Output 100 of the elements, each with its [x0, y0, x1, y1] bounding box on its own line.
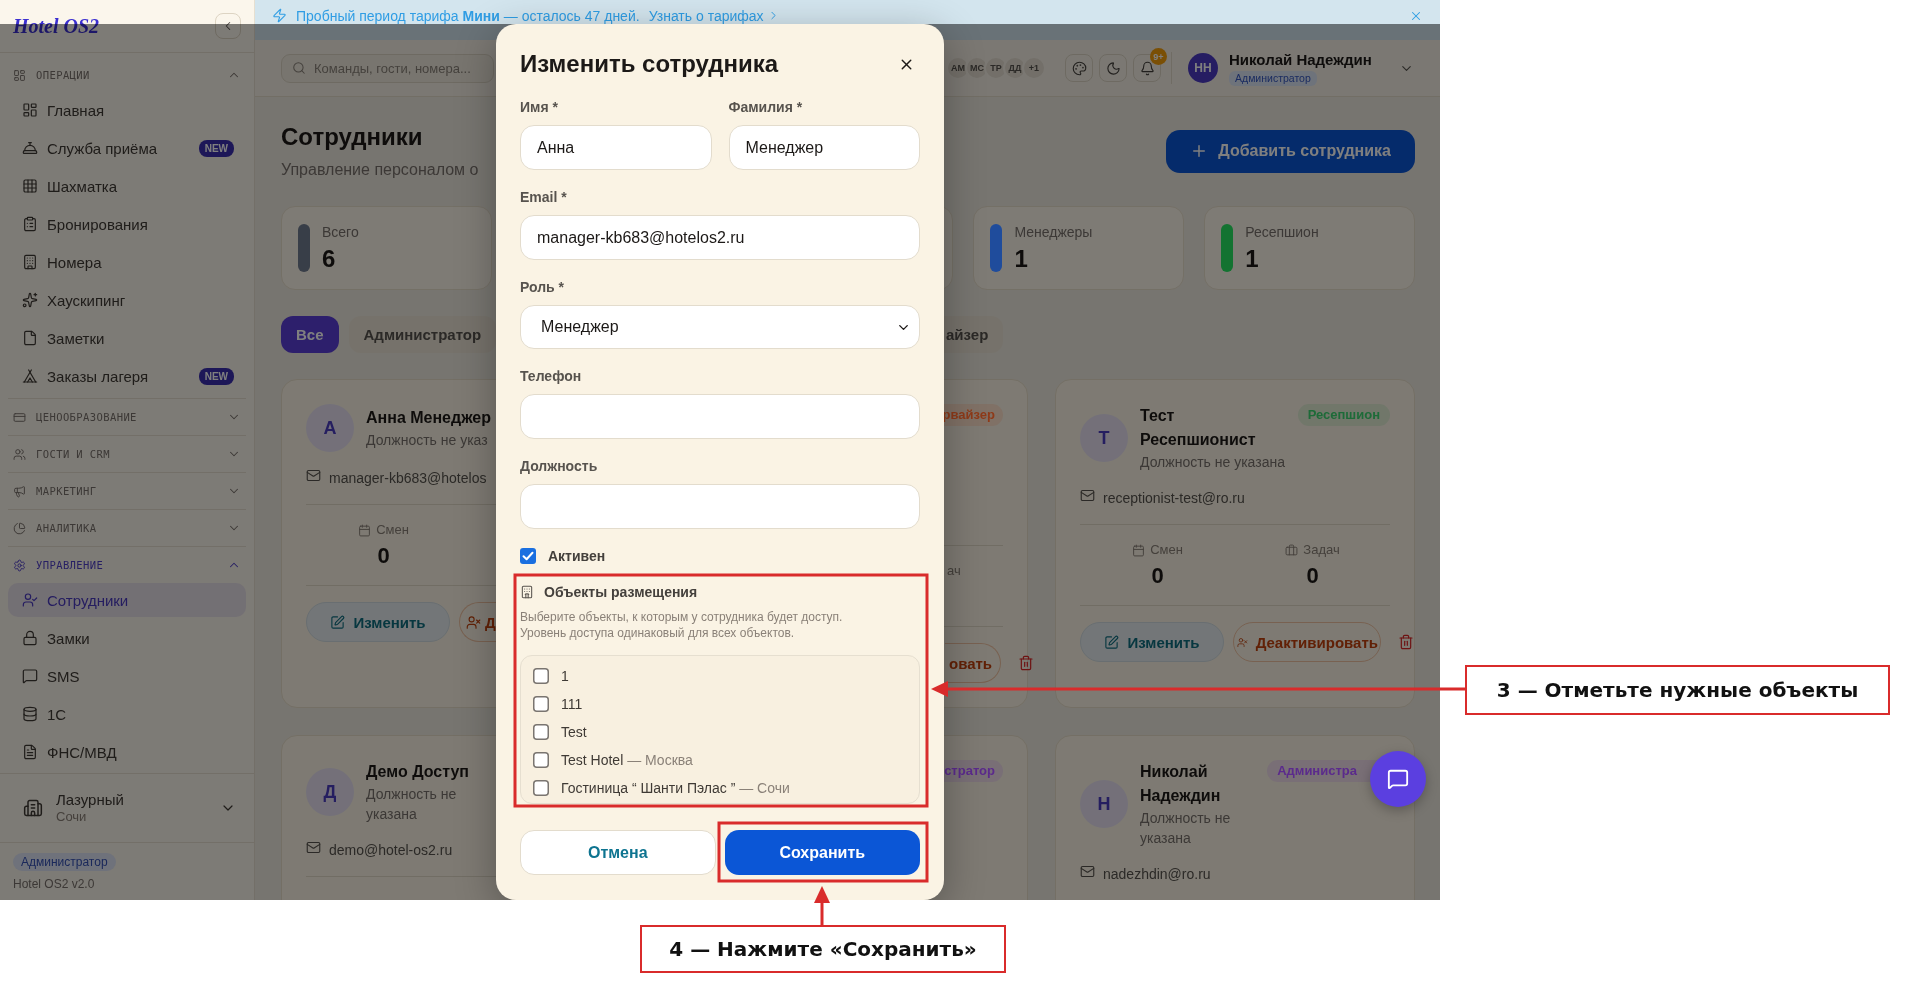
- add-employee-button[interactable]: Добавить сотрудника: [1166, 129, 1415, 173]
- property-name[interactable]: 1: [561, 668, 569, 684]
- nav-item[interactable]: Шахматка: [8, 169, 246, 203]
- arrow: [814, 886, 830, 925]
- input-field[interactable]: manager-kb683@hotelos2.ru: [520, 215, 920, 260]
- save-button[interactable]: Сохранить: [724, 830, 920, 875]
- edit-icon: [1104, 634, 1120, 650]
- property-name[interactable]: Test Hotel — Москва: [561, 752, 693, 768]
- employee-email: manager-kb683@hotelos: [329, 469, 487, 488]
- checkbox[interactable]: [533, 780, 549, 796]
- file-icon: [22, 330, 38, 346]
- theme-button[interactable]: [1099, 54, 1127, 82]
- field-label: Роль *: [520, 278, 566, 296]
- stat-label: Задач: [1303, 541, 1340, 559]
- checkbox[interactable]: [533, 724, 549, 740]
- filter-tab[interactable]: Администратор: [348, 316, 497, 353]
- sparkles-icon: [22, 292, 38, 308]
- section-header[interactable]: УПРАВЛЕНИЕ: [8, 549, 246, 581]
- more-users-count[interactable]: +1: [1022, 56, 1046, 80]
- checkbox[interactable]: [533, 696, 549, 712]
- nav-item[interactable]: Главная: [8, 93, 246, 127]
- clipboard-icon: [22, 216, 38, 232]
- credit-card-icon: [13, 410, 26, 424]
- callout: 3 — Отметьте нужные объекты: [1465, 665, 1890, 715]
- megaphone-icon: [13, 484, 26, 498]
- role-badge: Администратор: [13, 853, 116, 871]
- tariffs-link[interactable]: Узнать о тарифах: [648, 7, 780, 24]
- nav-item[interactable]: Заметки: [8, 321, 246, 355]
- trash-icon: [1398, 634, 1414, 650]
- nav-item[interactable]: Бронирования: [8, 207, 246, 241]
- dashboard-icon: [13, 68, 26, 82]
- property-name[interactable]: Гостиница “ Шанти Пэлас ” — Сочи: [561, 780, 790, 796]
- edit-button[interactable]: Изменить: [306, 602, 450, 642]
- edit-button[interactable]: Изменить: [1080, 622, 1224, 662]
- field-label: Email *: [520, 188, 568, 206]
- nav-item[interactable]: Замки: [8, 621, 246, 655]
- section-header[interactable]: ОПЕРАЦИИ: [8, 59, 246, 91]
- edit-icon: [330, 614, 346, 630]
- page-subtitle: Управление персоналом о: [281, 160, 479, 180]
- checkbox[interactable]: [533, 668, 549, 684]
- service-bell-icon: [22, 140, 38, 156]
- checkbox[interactable]: [533, 752, 549, 768]
- nav-item[interactable]: Хаускипинг: [8, 283, 246, 317]
- stat-value: 1: [1014, 245, 1028, 273]
- nav-item[interactable]: Заказы лагеря NEW: [8, 359, 246, 393]
- palette-button[interactable]: [1065, 54, 1093, 82]
- filter-tab[interactable]: айзер: [944, 316, 1004, 353]
- banner-text: Пробный период тарифа Мини — осталось 47 дней.: [296, 7, 640, 24]
- employee-name: Николай Надеждин: [1140, 762, 1222, 806]
- collapse-button[interactable]: [215, 13, 241, 39]
- property-name[interactable]: 111: [561, 696, 583, 712]
- section-header[interactable]: МАРКЕТИНГ: [8, 475, 246, 507]
- property-name[interactable]: Test: [561, 724, 587, 740]
- filter-tab[interactable]: Все: [281, 316, 339, 353]
- employee-position: Должность не указ: [366, 431, 488, 450]
- nav-item[interactable]: 1С: [8, 697, 246, 731]
- section-header[interactable]: ЦЕНООБРАЗОВАНИЕ: [8, 401, 246, 433]
- stat-label: Всего: [322, 223, 359, 241]
- input-field[interactable]: [520, 394, 920, 439]
- cancel-button[interactable]: Отмена: [520, 830, 716, 875]
- checkbox[interactable]: [520, 548, 536, 564]
- callout: 4 — Нажмите «Сохранить»: [640, 925, 1006, 973]
- nav-item[interactable]: Служба приёма NEW: [8, 131, 246, 165]
- document-icon: [22, 744, 38, 760]
- mail-icon: [1080, 488, 1095, 503]
- nav-item[interactable]: Номера: [8, 245, 246, 279]
- nav-item[interactable]: ФНС/МВД: [8, 735, 246, 769]
- select-field[interactable]: Менеджер: [520, 305, 920, 349]
- stat-label: Ресепшион: [1245, 223, 1319, 241]
- input-field[interactable]: Менеджер: [728, 125, 920, 170]
- employee-position: Должность не указана: [1140, 453, 1285, 472]
- stat-value: 6: [322, 245, 336, 273]
- mail-icon: [306, 840, 321, 855]
- section-header[interactable]: ГОСТИ И CRM: [8, 438, 246, 470]
- calendar-icon: [1132, 543, 1146, 557]
- role-badge: рвайзер: [942, 404, 1003, 426]
- field-label: Имя *: [520, 98, 559, 116]
- property-switcher[interactable]: Лазурный Сочи: [10, 785, 246, 831]
- section-header[interactable]: АНАЛИТИКА: [8, 512, 246, 544]
- building-icon: [22, 254, 38, 270]
- field-label: Фамилия *: [728, 98, 804, 116]
- bell-icon: [1139, 60, 1155, 76]
- employee-name: Тест Ресепшионист: [1140, 406, 1257, 450]
- user-avatar[interactable]: НН: [1188, 53, 1218, 83]
- input-field[interactable]: Анна: [520, 125, 712, 170]
- new-badge: NEW: [198, 139, 234, 157]
- pie-chart-icon: [13, 521, 26, 535]
- gear-icon: [13, 558, 26, 572]
- nav-item[interactable]: SMS: [8, 659, 246, 693]
- role-badge: стратор: [944, 760, 1003, 782]
- input-field[interactable]: [520, 484, 920, 529]
- stat-value: 0: [1151, 563, 1164, 589]
- dialog-title: Изменить сотрудника: [520, 49, 779, 79]
- employee-position: Должность не указана: [366, 785, 458, 824]
- database-icon: [22, 706, 38, 722]
- employee-email: nadezhdin@ro.ru: [1103, 865, 1211, 884]
- chat-icon: [22, 668, 38, 684]
- role-badge: Администратор: [1229, 70, 1317, 86]
- avatar: А: [306, 404, 354, 452]
- hint-text: Выберите объекты, к которым у сотрудника будет доступ. Уровень доступа одинаковый для всех объектов.: [520, 609, 844, 641]
